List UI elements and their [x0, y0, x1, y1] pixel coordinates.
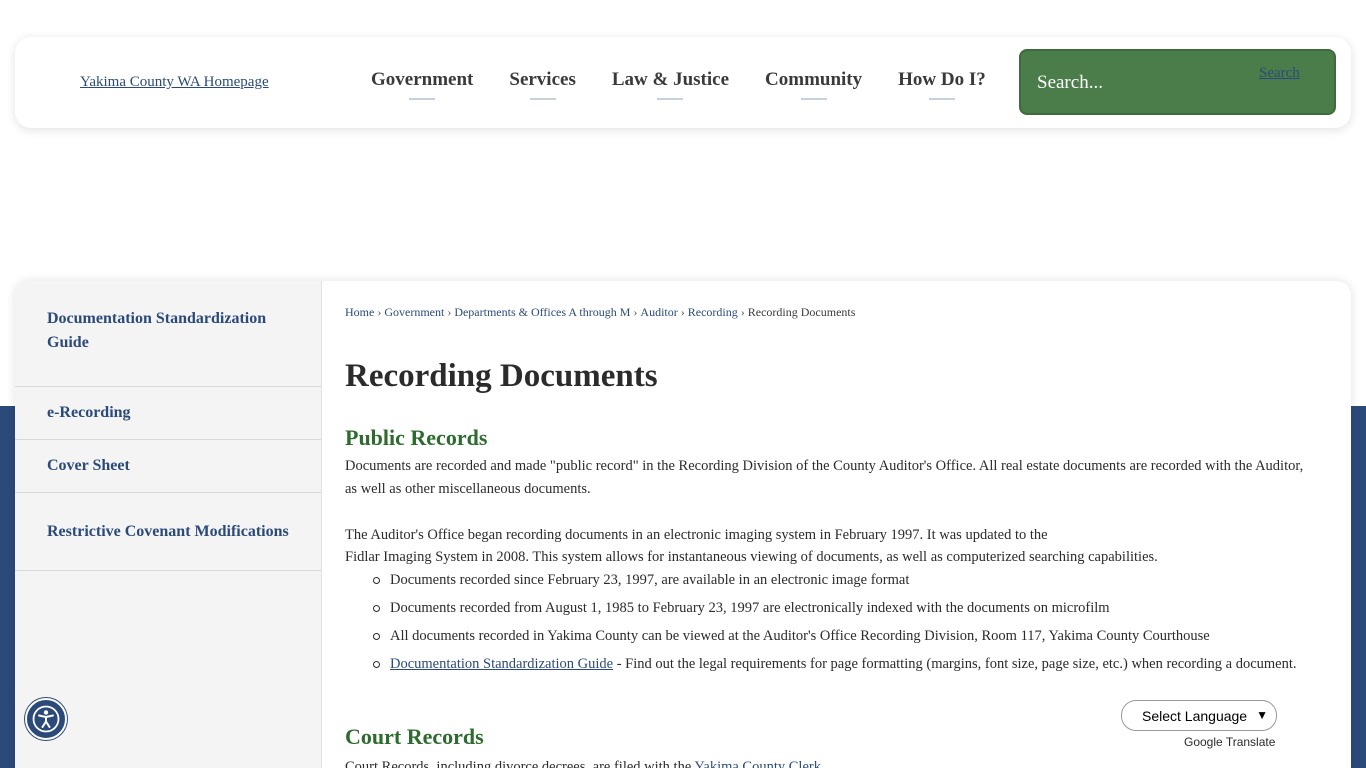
language-select-value: Select Language: [1142, 707, 1248, 724]
chevron-down-icon: ▼: [1256, 708, 1268, 722]
google-translate-logo: Google Translate: [1182, 735, 1278, 749]
breadcrumb-government[interactable]: Government: [384, 305, 444, 319]
sidebar: Documentation Standardization Guide e-Re…: [15, 281, 322, 768]
accessibility-button[interactable]: [25, 698, 67, 740]
documentation-guide-link[interactable]: Documentation Standardization Guide: [390, 656, 613, 672]
page-title: Recording Documents: [345, 358, 658, 394]
nav-underline: [800, 98, 827, 100]
site-logo-link[interactable]: Yakima County WA Homepage: [80, 74, 269, 91]
sidebar-item-label: Documentation Standardization Guide: [47, 310, 267, 351]
site-header: Yakima County WA Homepage Government Ser…: [15, 37, 1351, 128]
nav-community[interactable]: Community: [765, 69, 862, 100]
logo-alt-text: Yakima County WA Homepage: [80, 74, 269, 90]
main-nav: Government Services Law & Justice Commun…: [371, 69, 1022, 100]
translate-label: Translate: [1280, 735, 1331, 749]
list-item: Documents recorded from August 1, 1985 t…: [373, 597, 1310, 619]
breadcrumb-separator: ›: [633, 305, 638, 319]
public-records-para-1: Documents are recorded and made "public …: [345, 458, 1304, 497]
nav-underline: [409, 98, 436, 100]
sidebar-item-label: Restrictive Covenant Modifications: [47, 522, 289, 540]
sidebar-item-cover-sheet[interactable]: Cover Sheet: [15, 440, 321, 493]
nav-label: How Do I?: [898, 69, 986, 90]
content-card: Documentation Standardization Guide e-Re…: [15, 281, 1351, 768]
sidebar-item-label: e-Recording: [47, 404, 131, 421]
google-translate-link[interactable]: Google Translate Translate: [1182, 735, 1330, 749]
nav-label: Services: [509, 69, 576, 90]
sidebar-item-documentation-guide[interactable]: Documentation Standardization Guide: [15, 281, 321, 387]
yakima-county-clerk-link[interactable]: Yakima County Clerk: [694, 759, 821, 768]
language-select[interactable]: Select Language ▼: [1121, 700, 1277, 731]
sidebar-item-e-recording[interactable]: e-Recording: [15, 387, 321, 440]
list-item: Documentation Standardization Guide - Fi…: [373, 653, 1310, 675]
sidebar-item-restrictive-covenant[interactable]: Restrictive Covenant Modifications: [15, 493, 321, 571]
breadcrumb-auditor[interactable]: Auditor: [640, 305, 677, 319]
breadcrumb-recording[interactable]: Recording: [688, 305, 738, 319]
nav-law-justice[interactable]: Law & Justice: [612, 69, 729, 100]
sidebar-item-label: Cover Sheet: [47, 457, 130, 474]
nav-how-do-i[interactable]: How Do I?: [898, 69, 986, 100]
list-item: All documents recorded in Yakima County …: [373, 625, 1310, 647]
breadcrumb-home[interactable]: Home: [345, 305, 374, 319]
court-records-text: Court Records, including divorce decrees…: [345, 759, 695, 768]
breadcrumb-separator: ›: [740, 305, 745, 319]
search-button[interactable]: Search: [1259, 65, 1300, 82]
court-records-heading: Court Records: [345, 724, 484, 749]
nav-underline: [657, 98, 684, 100]
nav-label: Community: [765, 69, 863, 90]
breadcrumb: Home › Government › Departments & Offices A …: [345, 305, 855, 320]
nav-government[interactable]: Government: [371, 69, 473, 100]
nav-underline: [928, 98, 955, 100]
nav-label: Government: [371, 69, 474, 90]
nav-label: Law & Justice: [611, 69, 730, 90]
court-records-para: Court Records, including divorce decrees…: [345, 756, 1315, 768]
nav-underline: [529, 98, 556, 100]
list-item: Documents recorded since February 23, 19…: [373, 569, 1310, 591]
nav-services[interactable]: Services: [509, 69, 576, 100]
breadcrumb-current: Recording Documents: [747, 305, 856, 319]
accessibility-icon: [32, 705, 60, 733]
search-box: Search: [1019, 49, 1336, 115]
records-bullet-list: Documents recorded since February 23, 19…: [373, 569, 1310, 681]
breadcrumb-separator: ›: [447, 305, 452, 319]
public-records-heading: Public Records: [345, 425, 488, 450]
search-input[interactable]: [1037, 69, 1237, 97]
public-records-para-2b: Fidlar Imaging System in 2008. This syst…: [345, 549, 1158, 565]
breadcrumb-separator: ›: [680, 305, 685, 319]
breadcrumb-departments[interactable]: Departments & Offices A through M: [454, 305, 630, 319]
breadcrumb-separator: ›: [377, 305, 382, 319]
list-item-text: - Find out the legal requirements for pa…: [613, 656, 1297, 672]
public-records-para-2a: The Auditor's Office began recording doc…: [345, 527, 1048, 543]
